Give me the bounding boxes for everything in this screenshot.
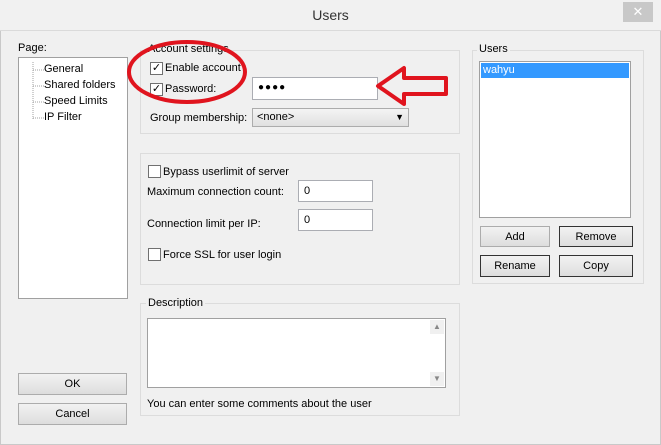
users-list-item[interactable]: wahyu	[481, 63, 629, 78]
conn-per-ip-input[interactable]: 0	[298, 209, 373, 231]
scroll-down-icon[interactable]: ▼	[430, 372, 444, 386]
page-label: Page:	[18, 42, 47, 54]
description-textarea[interactable]: ▲ ▼	[147, 318, 446, 388]
force-ssl-checkbox[interactable]	[148, 248, 161, 261]
password-field[interactable]: ●●●●	[252, 77, 378, 100]
description-hint: You can enter some comments about the us…	[147, 398, 372, 410]
add-user-button[interactable]: Add	[480, 226, 550, 247]
conn-per-ip-label: Connection limit per IP:	[147, 218, 261, 230]
max-connection-label: Maximum connection count:	[147, 186, 284, 198]
tree-item-ip-filter[interactable]: IP Filter	[44, 111, 82, 123]
ok-button[interactable]: OK	[18, 373, 127, 395]
annotation-circle	[127, 40, 247, 104]
title-bar: Users ✕	[0, 0, 661, 31]
group-membership-label: Group membership:	[150, 112, 248, 124]
page-tree[interactable]: General Shared folders Speed Limits IP F…	[18, 57, 128, 299]
rename-user-button[interactable]: Rename	[480, 255, 550, 277]
window-title: Users	[312, 7, 349, 23]
group-membership-select[interactable]: <none> ▼	[252, 108, 409, 127]
remove-user-button[interactable]: Remove	[559, 226, 633, 247]
annotation-arrow-icon	[376, 66, 448, 106]
bypass-userlimit-label: Bypass userlimit of server	[163, 166, 289, 178]
users-label: Users	[477, 43, 510, 55]
description-label: Description	[146, 297, 206, 309]
force-ssl-label: Force SSL for user login	[163, 249, 282, 261]
group-membership-value: <none>	[257, 111, 295, 123]
chevron-down-icon: ▼	[395, 112, 404, 122]
close-button[interactable]: ✕	[623, 2, 653, 22]
users-list[interactable]: wahyu	[479, 61, 631, 218]
tree-item-speed-limits[interactable]: Speed Limits	[44, 95, 108, 107]
tree-item-general[interactable]: General	[44, 63, 83, 75]
bypass-userlimit-checkbox[interactable]	[148, 165, 161, 178]
tree-item-shared-folders[interactable]: Shared folders	[44, 79, 116, 91]
copy-user-button[interactable]: Copy	[559, 255, 633, 277]
cancel-button[interactable]: Cancel	[18, 403, 127, 425]
scroll-up-icon[interactable]: ▲	[430, 320, 444, 334]
max-connection-input[interactable]: 0	[298, 180, 373, 202]
